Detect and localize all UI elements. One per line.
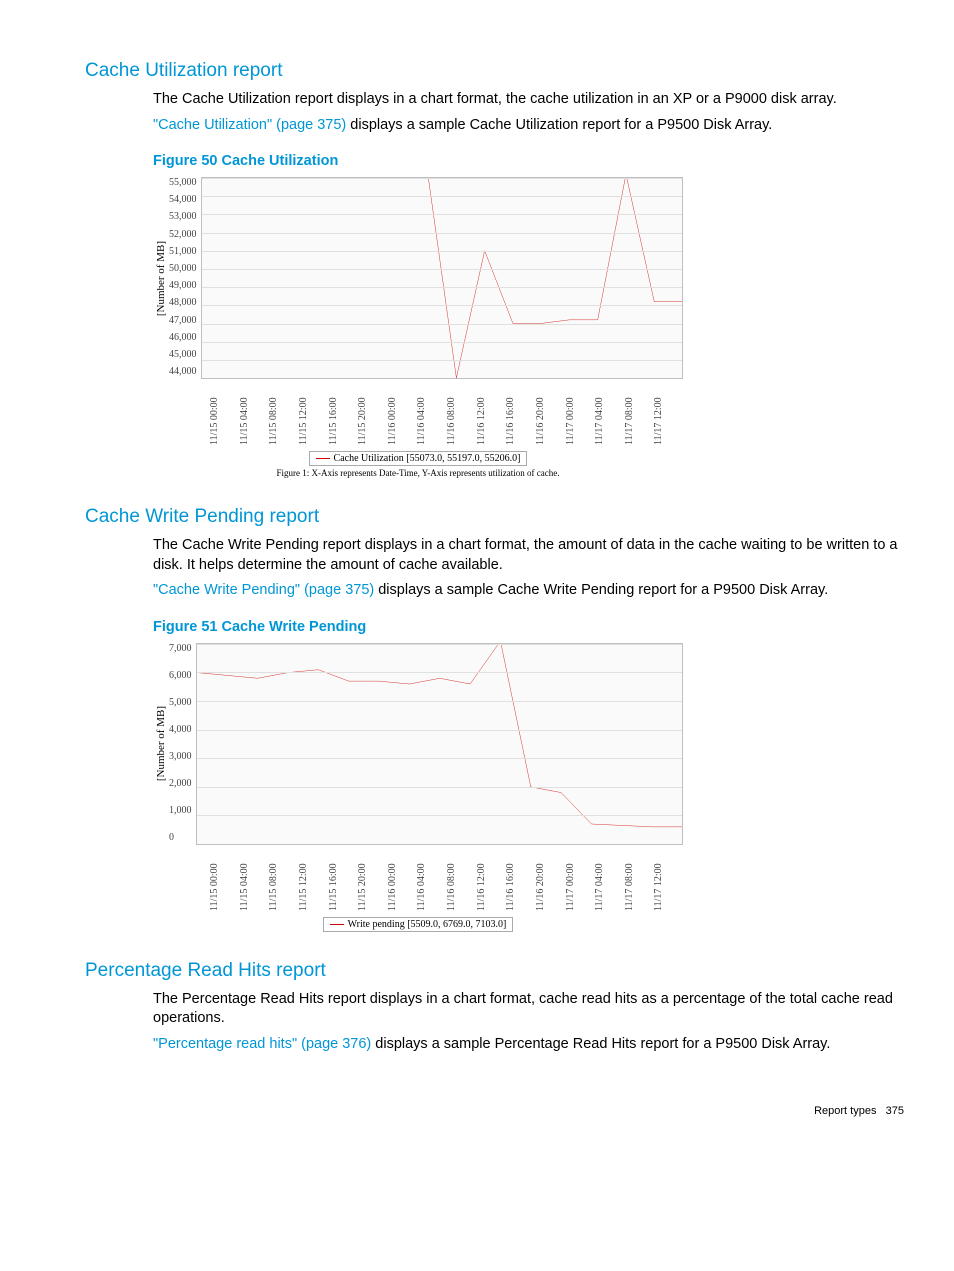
y-axis-ticks: 7,0006,0005,0004,0003,0002,0001,0000 (169, 643, 196, 843)
figure-title-50: Figure 50 Cache Utilization (153, 153, 904, 169)
legend-text: Cache Utilization [55073.0, 55197.0, 552… (334, 453, 521, 464)
x-axis-ticks: 11/15 00:0011/15 04:0011/15 08:0011/15 1… (209, 849, 683, 911)
y-axis-ticks: 55,00054,00053,00052,00051,00050,00049,0… (169, 177, 201, 377)
footer-label: Report types (814, 1105, 876, 1117)
legend: Write pending [5509.0, 6769.0, 7103.0] (323, 917, 514, 932)
text-run: displays a sample Percentage Read Hits r… (371, 1036, 830, 1052)
plot-area (201, 177, 684, 379)
section-body: The Cache Write Pending report displays … (153, 536, 904, 932)
paragraph: The Percentage Read Hits report displays… (153, 990, 904, 1029)
xref-cache-write-pending[interactable]: "Cache Write Pending" (page 375) (153, 582, 374, 598)
y-axis-label: [Number of MB] (153, 706, 169, 781)
figure-caption: Figure 1: X-Axis represents Date-Time, Y… (153, 468, 683, 478)
section-body: The Percentage Read Hits report displays… (153, 990, 904, 1055)
footer-page-number: 375 (886, 1105, 904, 1117)
plot-area (196, 643, 684, 845)
text-run: displays a sample Cache Write Pending re… (374, 582, 828, 598)
xref-cache-utilization[interactable]: "Cache Utilization" (page 375) (153, 117, 346, 133)
legend-swatch (330, 924, 344, 925)
data-line (197, 644, 683, 844)
page-footer: Report types 375 (85, 1105, 904, 1117)
paragraph: "Cache Write Pending" (page 375) display… (153, 581, 904, 601)
heading-cache-utilization: Cache Utilization report (85, 60, 904, 82)
page-content: Cache Utilization report The Cache Utili… (0, 0, 954, 1157)
heading-percentage-read-hits: Percentage Read Hits report (85, 960, 904, 982)
legend: Cache Utilization [55073.0, 55197.0, 552… (309, 451, 528, 466)
x-axis-ticks: 11/15 00:0011/15 04:0011/15 08:0011/15 1… (209, 383, 683, 445)
figure-50-chart: [Number of MB] 55,00054,00053,00052,0005… (153, 177, 683, 478)
figure-51-chart: [Number of MB] 7,0006,0005,0004,0003,000… (153, 643, 683, 932)
legend-row: Write pending [5509.0, 6769.0, 7103.0] (153, 915, 683, 932)
figure-title-51: Figure 51 Cache Write Pending (153, 619, 904, 635)
legend-text: Write pending [5509.0, 6769.0, 7103.0] (348, 919, 507, 930)
data-line (202, 178, 683, 378)
xref-percentage-read-hits[interactable]: "Percentage read hits" (page 376) (153, 1036, 371, 1052)
paragraph: "Percentage read hits" (page 376) displa… (153, 1035, 904, 1055)
section-body: The Cache Utilization report displays in… (153, 90, 904, 478)
legend-row: Cache Utilization [55073.0, 55197.0, 552… (153, 449, 683, 466)
heading-cache-write-pending: Cache Write Pending report (85, 506, 904, 528)
y-axis-label: [Number of MB] (153, 241, 169, 316)
legend-swatch (316, 458, 330, 459)
paragraph: The Cache Utilization report displays in… (153, 90, 904, 110)
paragraph: The Cache Write Pending report displays … (153, 536, 904, 575)
text-run: displays a sample Cache Utilization repo… (346, 117, 772, 133)
paragraph: "Cache Utilization" (page 375) displays … (153, 116, 904, 136)
